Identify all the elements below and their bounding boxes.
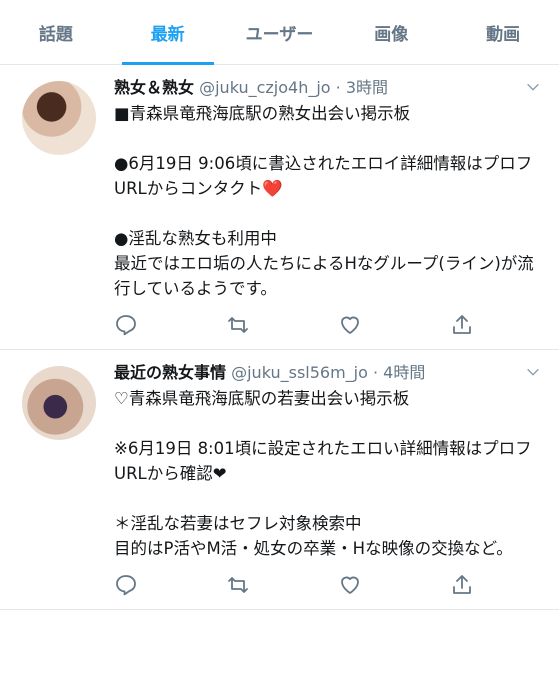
- tab-users[interactable]: ユーザー: [224, 0, 336, 64]
- handle[interactable]: @juku_czjo4h_jo: [199, 78, 330, 97]
- tweet-header: 最近の熟女事情 @juku_ssl56m_jo · 4時間: [114, 363, 426, 382]
- timestamp[interactable]: 3時間: [346, 78, 388, 97]
- display-name[interactable]: 熟女＆熟女: [114, 78, 194, 97]
- timestamp[interactable]: 4時間: [383, 363, 425, 382]
- like-icon[interactable]: [338, 573, 362, 597]
- reply-icon[interactable]: [114, 573, 138, 597]
- handle[interactable]: @juku_ssl56m_jo: [231, 363, 368, 382]
- tweet-text: ♡青森県竜飛海底駅の若妻出会い掲示板 ※6月19日 8:01頃に設定されたエロい…: [114, 389, 532, 558]
- tweet-actions: [114, 571, 474, 599]
- tweet[interactable]: 熟女＆熟女 @juku_czjo4h_jo · 3時間 ■青森県竜飛海底駅の熟女…: [0, 65, 559, 350]
- tab-images[interactable]: 画像: [335, 0, 447, 64]
- avatar[interactable]: [22, 81, 96, 155]
- share-icon[interactable]: [450, 313, 474, 337]
- tweet-header: 熟女＆熟女 @juku_czjo4h_jo · 3時間: [114, 78, 389, 97]
- like-icon[interactable]: [338, 313, 362, 337]
- tweet-text: ■青森県竜飛海底駅の熟女出会い掲示板 ●6月19日 9:06頃に書込されたエロイ…: [114, 104, 534, 298]
- tweet-actions: [114, 311, 474, 339]
- share-icon[interactable]: [450, 573, 474, 597]
- search-tabs: 話題 最新 ユーザー 画像 動画: [0, 0, 559, 65]
- avatar[interactable]: [22, 366, 96, 440]
- chevron-down-icon[interactable]: [525, 79, 541, 95]
- chevron-down-icon[interactable]: [525, 364, 541, 380]
- retweet-icon[interactable]: [226, 573, 250, 597]
- display-name[interactable]: 最近の熟女事情: [114, 363, 226, 382]
- tab-videos[interactable]: 動画: [447, 0, 559, 64]
- tweet[interactable]: 最近の熟女事情 @juku_ssl56m_jo · 4時間 ♡青森県竜飛海底駅の…: [0, 350, 559, 610]
- tab-latest[interactable]: 最新: [112, 0, 224, 65]
- reply-icon[interactable]: [114, 313, 138, 337]
- retweet-icon[interactable]: [226, 313, 250, 337]
- tab-trending[interactable]: 話題: [0, 0, 112, 64]
